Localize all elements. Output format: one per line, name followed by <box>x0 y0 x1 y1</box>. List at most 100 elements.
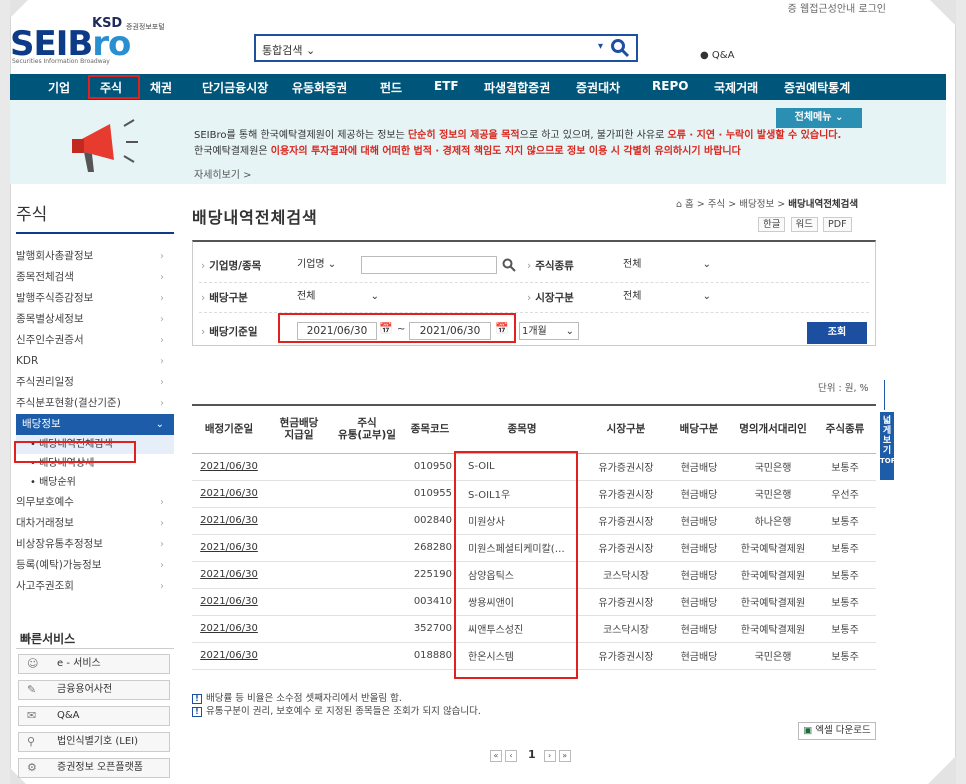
quick-lei-button[interactable]: ⚲ 법인식별기호 (LEI) <box>18 732 170 752</box>
chevron-right-icon: › <box>160 518 164 529</box>
pdf-button[interactable]: PDF <box>823 217 852 232</box>
table-cell[interactable]: 2021/06/30 <box>192 561 266 589</box>
period-select[interactable]: 1개월 ⌄ <box>519 322 579 340</box>
table-cell[interactable]: 2021/06/30 <box>192 642 266 670</box>
table-cell: 현금배당 <box>666 480 732 508</box>
table-cell[interactable]: 2021/06/30 <box>192 507 266 535</box>
last-page-icon[interactable]: » <box>558 750 571 762</box>
sidebar-item[interactable]: 종목별상세정보 › <box>16 309 174 330</box>
all-menu-button[interactable]: 전체메뉴 ⌄ <box>776 108 862 128</box>
person-icon: ☺ <box>27 657 39 670</box>
table-cell <box>266 561 332 589</box>
hwp-button[interactable]: 한글 <box>758 217 786 232</box>
nav-item-abs[interactable]: 유동화증권 <box>292 79 347 96</box>
table-cell <box>266 642 332 670</box>
nav-item-repo[interactable]: REPO <box>652 79 688 93</box>
logo-tagline: Securities Information Broadway <box>12 58 110 65</box>
chevron-right-icon: › <box>160 497 164 508</box>
table-cell: 하나은행 <box>732 507 814 535</box>
top-links[interactable]: 증 웹접근성안내 로그인 <box>788 0 886 15</box>
table-cell <box>332 642 402 670</box>
sidebar-item[interactable]: 종목전체검색 › <box>16 267 174 288</box>
sidebar-item[interactable]: 대차거래정보 › <box>16 513 174 534</box>
table-cell <box>266 588 332 616</box>
nav-item-lending[interactable]: 증권대차 <box>576 79 620 96</box>
sidebar-item[interactable]: KDR › <box>16 351 174 372</box>
chevron-right-icon: › <box>160 335 164 346</box>
search-icon[interactable] <box>610 38 630 58</box>
div-type-label: 배당구분 <box>201 290 248 305</box>
search-icon[interactable] <box>501 257 517 273</box>
table-cell: 보통주 <box>814 453 876 481</box>
nav-item-bond[interactable]: 채권 <box>150 79 172 96</box>
col-stock-dist-date: 주식 유통(교부)일 <box>332 404 402 454</box>
page-number[interactable]: 1 <box>528 748 536 761</box>
nav-item-fund[interactable]: 펀드 <box>380 79 402 96</box>
seibro-logo[interactable]: KSD 증권정보포털 SEIBro Securities Information… <box>8 6 178 65</box>
company-label: 기업명/종목 <box>201 258 261 273</box>
sidebar-item[interactable]: 등록(예탁)가능정보 › <box>16 555 174 576</box>
table-cell[interactable]: 2021/06/30 <box>192 588 266 616</box>
nav-item-stats[interactable]: 증권예탁통계 <box>784 79 850 96</box>
sidebar-item-dividend-active[interactable]: 배당정보 ⌄ <box>16 414 174 435</box>
page-curl <box>930 0 956 26</box>
nav-item-corp[interactable]: 기업 <box>48 79 70 96</box>
banner-line-2: 한국예탁결제원은 이용자의 투자결과에 대해 어떠한 법적 · 경제적 책임도 … <box>194 146 741 157</box>
table-cell: 유가증권시장 <box>586 642 666 670</box>
table-cell <box>332 507 402 535</box>
market-select[interactable]: 전체 ⌄ <box>623 288 715 306</box>
table-cell: 002840 <box>402 507 458 535</box>
nav-item-etf[interactable]: ETF <box>434 79 459 93</box>
sidebar-item[interactable]: 주식권리일정 › <box>16 372 174 393</box>
stock-type-select[interactable]: 전체 ⌄ <box>623 256 715 274</box>
table-cell: 국민은행 <box>732 480 814 508</box>
table-cell[interactable]: 2021/06/30 <box>192 480 266 508</box>
page-curl <box>928 756 956 784</box>
company-input[interactable] <box>361 256 497 274</box>
first-page-icon[interactable]: « <box>490 750 502 762</box>
table-cell[interactable]: 2021/06/30 <box>192 453 266 481</box>
nav-item-short-term[interactable]: 단기금융시장 <box>202 79 268 96</box>
chevron-right-icon: › <box>160 251 164 262</box>
table-cell: 현금배당 <box>666 453 732 481</box>
table-cell[interactable]: 2021/06/30 <box>192 615 266 643</box>
wide-view-tab[interactable]: 넓게보기 TOP <box>880 412 896 480</box>
table-cell[interactable]: 2021/06/30 <box>192 534 266 562</box>
table-cell: 한국예탁결제원 <box>732 534 814 562</box>
sidebar-subitem[interactable]: • 배당순위 <box>16 473 174 492</box>
sidebar-item[interactable]: 주식분포현황(결산기준) › <box>16 393 174 414</box>
quick-openapi-button[interactable]: ⚙ 증권정보 오픈플랫폼 <box>18 758 170 778</box>
table-cell: 한국예탁결제원 <box>732 588 814 616</box>
quick-eservice-button[interactable]: ☺ e - 서비스 <box>18 654 170 674</box>
nav-item-dls[interactable]: 파생결합증권 <box>484 79 550 96</box>
next-page-icon[interactable]: › <box>543 750 556 762</box>
col-name: 종목명 <box>458 404 586 454</box>
chevron-right-icon: › <box>160 314 164 325</box>
search-category-select[interactable]: 통합검색 ⌄ <box>262 42 315 58</box>
quick-glossary-button[interactable]: ✎ 금융용어사전 <box>18 680 170 700</box>
company-select[interactable]: 기업명 ⌄ <box>297 256 359 274</box>
sidebar-item[interactable]: 발행회사총괄정보 › <box>16 246 174 267</box>
sidebar-item[interactable]: 신주인수권증서 › <box>16 330 174 351</box>
nav-item-intl[interactable]: 국제거래 <box>714 79 758 96</box>
sidebar-item[interactable]: 비상장유통추정정보 › <box>16 534 174 555</box>
prev-page-icon[interactable]: ‹ <box>505 750 517 762</box>
quick-qa-button[interactable]: ✉ Q&A <box>18 706 170 726</box>
div-type-select[interactable]: 전체 ⌄ <box>297 288 383 306</box>
chevron-down-icon[interactable]: ▾ <box>598 41 603 52</box>
chevron-right-icon: › <box>160 398 164 409</box>
search-bar[interactable]: 통합검색 ⌄ ▾ <box>254 34 638 62</box>
chevron-right-icon: › <box>160 356 164 367</box>
sidebar-item[interactable]: 발행주식증감정보 › <box>16 288 174 309</box>
banner-more-link[interactable]: 자세히보기 > <box>194 166 252 181</box>
col-record-date: 배정기준일 <box>192 404 266 454</box>
qa-link[interactable]: ● Q&A <box>700 50 734 61</box>
excel-download-button[interactable]: ▣ 엑셀 다운로드 <box>798 722 876 740</box>
word-button[interactable]: 워드 <box>790 217 818 232</box>
quick-service-title: 빠른서비스 <box>20 632 76 646</box>
search-button[interactable]: 조회 <box>807 322 867 344</box>
highlight-box <box>14 441 136 463</box>
sidebar-item[interactable]: 사고주권조회 › <box>16 576 174 597</box>
sidebar-item[interactable]: 의무보호예수 › <box>16 492 174 513</box>
table-cell: 유가증권시장 <box>586 588 666 616</box>
